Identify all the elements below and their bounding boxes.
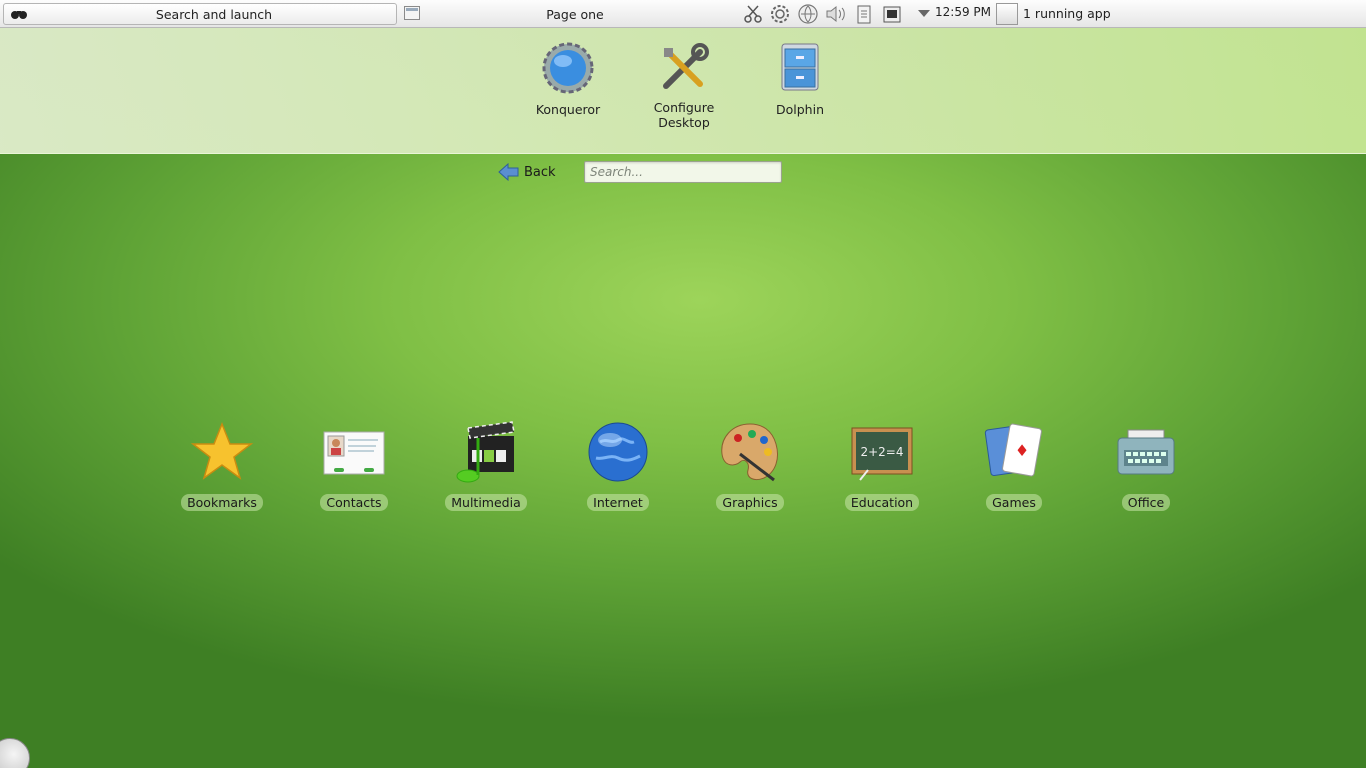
star-icon: [190, 421, 254, 480]
clock[interactable]: 12:59 PM: [935, 5, 991, 19]
top-panel: Search and launch Page one 12:59 PM 1 ru…: [0, 0, 1366, 28]
favorite-label: Konqueror: [535, 102, 601, 117]
category-contacts[interactable]: Contacts: [294, 420, 414, 511]
desktop-toolbox-button[interactable]: [0, 738, 30, 768]
category-office[interactable]: Office: [1086, 420, 1206, 511]
category-label: Games: [986, 494, 1042, 511]
window-list-icon[interactable]: [404, 6, 420, 20]
category-bookmarks[interactable]: Bookmarks: [162, 420, 282, 511]
scissors-icon[interactable]: [744, 3, 762, 25]
contact-card-icon: [323, 431, 385, 475]
favorite-dolphin[interactable]: Dolphin: [745, 40, 855, 117]
back-arrow-icon: [498, 163, 519, 181]
search-input[interactable]: [584, 161, 782, 183]
category-label: Multimedia: [445, 494, 527, 511]
device-notifier-icon[interactable]: [881, 3, 903, 25]
clapperboard-icon: [456, 421, 515, 483]
tray-expand-icon[interactable]: [918, 10, 930, 17]
page-title: Page one: [546, 7, 604, 22]
category-multimedia[interactable]: Multimedia: [426, 420, 546, 511]
chalkboard-icon: 2+2=4: [851, 427, 913, 481]
search-and-launch-button[interactable]: Search and launch: [3, 3, 397, 25]
favorite-configure-desktop[interactable]: Configure Desktop: [629, 40, 739, 130]
back-label: Back: [524, 165, 556, 180]
konqueror-globe-icon: [542, 42, 594, 94]
category-label: Contacts: [320, 494, 388, 511]
running-apps-label[interactable]: 1 running app: [1023, 6, 1111, 21]
palette-icon: [721, 423, 778, 482]
svg-text:2+2=4: 2+2=4: [860, 445, 903, 459]
typewriter-icon: [1117, 429, 1175, 475]
clipboard-icon[interactable]: [854, 3, 874, 25]
category-graphics[interactable]: Graphics: [690, 420, 810, 511]
network-icon[interactable]: [797, 3, 819, 25]
category-education[interactable]: 2+2=4 Education: [822, 420, 942, 511]
settings-gear-icon[interactable]: [769, 3, 791, 25]
favorites-strip: Konqueror Configure Desktop Dolphin: [0, 28, 1366, 154]
category-games[interactable]: ♦ Games: [954, 420, 1074, 511]
tools-icon: [663, 43, 709, 89]
category-label: Office: [1121, 494, 1171, 511]
category-label: Graphics: [716, 494, 784, 511]
favorite-label: Configure Desktop: [653, 100, 715, 130]
category-label: Education: [844, 494, 920, 511]
task-window-icon[interactable]: [996, 3, 1018, 25]
volume-icon[interactable]: [824, 3, 848, 25]
category-internet[interactable]: Internet: [558, 420, 678, 511]
playing-cards-icon: ♦: [984, 423, 1042, 477]
file-cabinet-icon: [781, 43, 819, 91]
globe-icon: [588, 422, 648, 482]
favorite-label: Dolphin: [776, 102, 824, 117]
launcher-label: Search and launch: [155, 7, 273, 22]
category-label: Bookmarks: [181, 494, 263, 511]
favorite-konqueror[interactable]: Konqueror: [513, 40, 623, 117]
category-label: Internet: [587, 494, 649, 511]
svg-text:♦: ♦: [1015, 441, 1029, 460]
